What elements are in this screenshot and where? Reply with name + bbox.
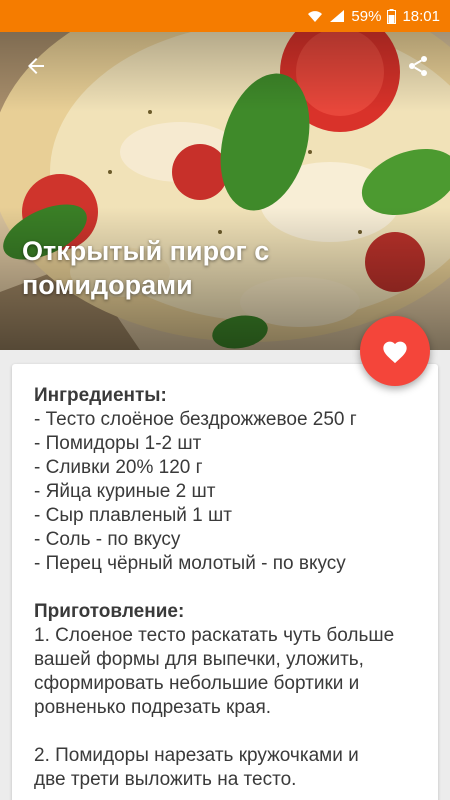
- share-button[interactable]: [398, 48, 438, 84]
- ingredient-item: - Сыр плавленый 1 шт: [34, 505, 232, 526]
- ingredient-item: - Перец чёрный молотый - по вкусу: [34, 553, 346, 574]
- favorite-button[interactable]: [360, 316, 430, 386]
- ingredient-item: - Помидоры 1-2 шт: [34, 433, 202, 454]
- step-line: 1. Слоеное тесто раскатать чуть больше: [34, 625, 395, 646]
- recipe-title: Открытый пирог с помидорами: [22, 236, 270, 300]
- step-line: вашей формы для выпечки, уложить,: [34, 649, 364, 670]
- steps-title: Приготовление:: [34, 601, 185, 622]
- ingredients-title: Ингредиенты:: [34, 385, 167, 406]
- battery-percent: 59%: [351, 7, 382, 25]
- step-line: сформировать небольшие бортики и: [34, 673, 360, 694]
- step-line: 2. Помидоры нарезать кружочками и: [34, 745, 359, 766]
- arrow-left-icon: [28, 58, 44, 74]
- step-line: ровненько подрезать края.: [34, 697, 272, 718]
- wifi-icon: [308, 11, 323, 22]
- status-bar: 59% 18:01: [0, 0, 450, 32]
- ingredient-item: - Сливки 20% 120 г: [34, 457, 203, 478]
- clock: 18:01: [402, 7, 440, 25]
- recipe-card: Ингредиенты: - Тесто слоёное бездрожжево…: [12, 364, 438, 800]
- back-button[interactable]: [16, 48, 56, 84]
- ingredient-item: - Соль - по вкусу: [34, 529, 181, 550]
- share-icon: [409, 56, 427, 76]
- ingredient-item: - Яйца куриные 2 шт: [34, 481, 216, 502]
- signal-icon: [330, 10, 345, 22]
- step-line: две трети выложить на тесто.: [34, 769, 297, 790]
- ingredient-item: - Тесто слоёное бездрожжевое 250 г: [34, 409, 357, 430]
- heart-icon: [383, 341, 407, 364]
- hero-shade: [0, 32, 450, 350]
- recipe-hero-image: [0, 32, 450, 350]
- battery-icon: [387, 8, 397, 24]
